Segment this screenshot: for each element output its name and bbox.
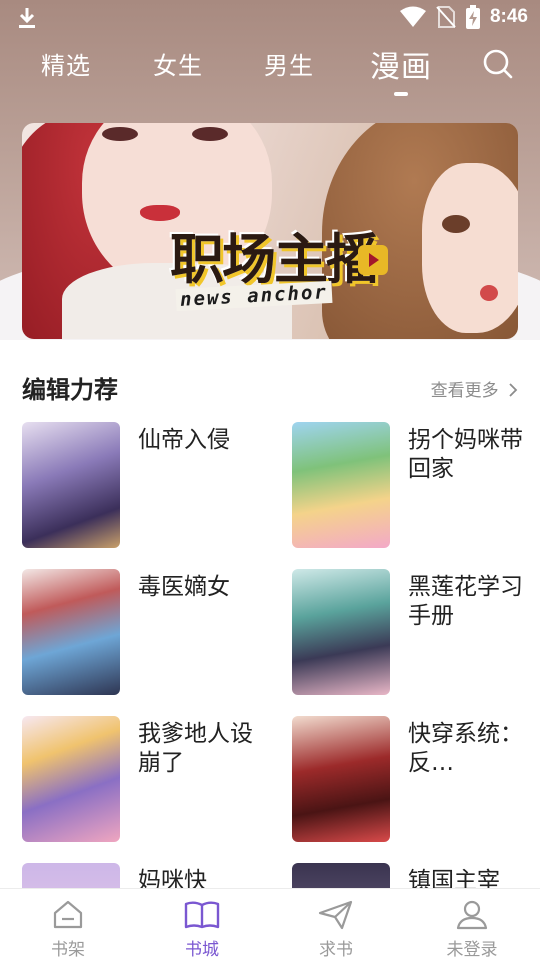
book-title: 仙帝入侵 xyxy=(138,427,230,453)
banner-art-face xyxy=(422,163,518,333)
tab-male[interactable]: 男生 xyxy=(244,46,334,81)
book-card[interactable]: 妈咪快 xyxy=(22,863,272,888)
book-cover xyxy=(292,569,390,695)
book-title: 镇国主宰 xyxy=(408,868,500,888)
no-sim-icon xyxy=(436,6,456,28)
banner-art-mouth xyxy=(480,285,498,301)
book-cover xyxy=(292,863,390,888)
book-card[interactable]: 仙帝入侵 xyxy=(22,422,272,548)
tab-comics-label: 漫画 xyxy=(370,50,432,85)
banner-title: 职场主播 news anchor xyxy=(170,215,386,325)
tab-female[interactable]: 女生 xyxy=(133,46,223,81)
status-bar: 8:46 xyxy=(0,0,540,36)
banner-art-eye xyxy=(102,127,138,141)
book-title: 拐个妈咪带回家 xyxy=(408,427,523,482)
book-cover xyxy=(292,716,390,842)
book-title: 黑莲花学习手册 xyxy=(408,574,523,629)
book-cover xyxy=(22,863,120,888)
book-open-icon xyxy=(184,901,220,929)
nav-bookshelf-label: 书架 xyxy=(51,940,85,960)
nav-request-book-label: 求书 xyxy=(319,940,353,960)
nav-bookstore[interactable]: 书城 xyxy=(152,899,252,960)
book-card[interactable]: 我爹地人设崩了 xyxy=(22,716,272,842)
editor-picks-section: 编辑力荐 查看更多 仙帝入侵 拐个妈咪带回家 毒医嫡女 黑莲花学习手册 我爹地人… xyxy=(0,340,540,888)
book-card[interactable]: 拐个妈咪带回家 xyxy=(292,422,540,548)
user-icon xyxy=(456,900,488,930)
book-cover xyxy=(22,569,120,695)
nav-account-label: 未登录 xyxy=(446,940,498,960)
paper-plane-icon xyxy=(318,900,353,930)
bottom-navigation: 书架 书城 求书 未登录 xyxy=(0,888,540,960)
book-card[interactable]: 快穿系统：反… xyxy=(292,716,540,842)
book-title: 快穿系统：反… xyxy=(408,721,523,776)
view-more-label: 查看更多 xyxy=(430,381,499,401)
banner-art-eye xyxy=(192,127,228,141)
view-more-link[interactable]: 查看更多 xyxy=(431,376,518,401)
section-title: 编辑力荐 xyxy=(22,376,118,404)
play-icon xyxy=(358,245,388,275)
tab-featured[interactable]: 精选 xyxy=(21,46,111,81)
book-cover xyxy=(292,422,390,548)
book-title: 毒医嫡女 xyxy=(138,574,230,600)
search-icon[interactable] xyxy=(482,48,514,80)
bookshelf-icon xyxy=(53,900,83,929)
category-tabs: 精选 女生 男生 漫画 xyxy=(0,40,540,96)
status-time: 8:46 xyxy=(489,6,528,27)
book-cover xyxy=(22,716,120,842)
tab-comics[interactable]: 漫画 xyxy=(356,42,446,96)
wifi-icon xyxy=(399,6,426,27)
book-title: 我爹地人设崩了 xyxy=(138,721,253,776)
book-card[interactable]: 镇国主宰 xyxy=(292,863,540,888)
book-title: 妈咪快 xyxy=(138,868,207,888)
nav-request-book[interactable]: 求书 xyxy=(286,899,386,960)
nav-account[interactable]: 未登录 xyxy=(422,899,522,960)
nav-bookshelf[interactable]: 书架 xyxy=(18,899,118,960)
active-tab-indicator xyxy=(394,92,408,96)
download-icon xyxy=(19,8,35,28)
banner-title-cn: 职场主播 xyxy=(170,228,380,291)
book-cover xyxy=(22,422,120,548)
chevron-right-icon xyxy=(509,383,518,397)
battery-charging-icon xyxy=(465,5,480,29)
nav-bookstore-label: 书城 xyxy=(185,940,219,960)
book-card[interactable]: 黑莲花学习手册 xyxy=(292,569,540,695)
banner-art-eye xyxy=(442,215,470,233)
book-card[interactable]: 毒医嫡女 xyxy=(22,569,272,695)
featured-banner[interactable]: 职场主播 news anchor xyxy=(22,123,518,339)
